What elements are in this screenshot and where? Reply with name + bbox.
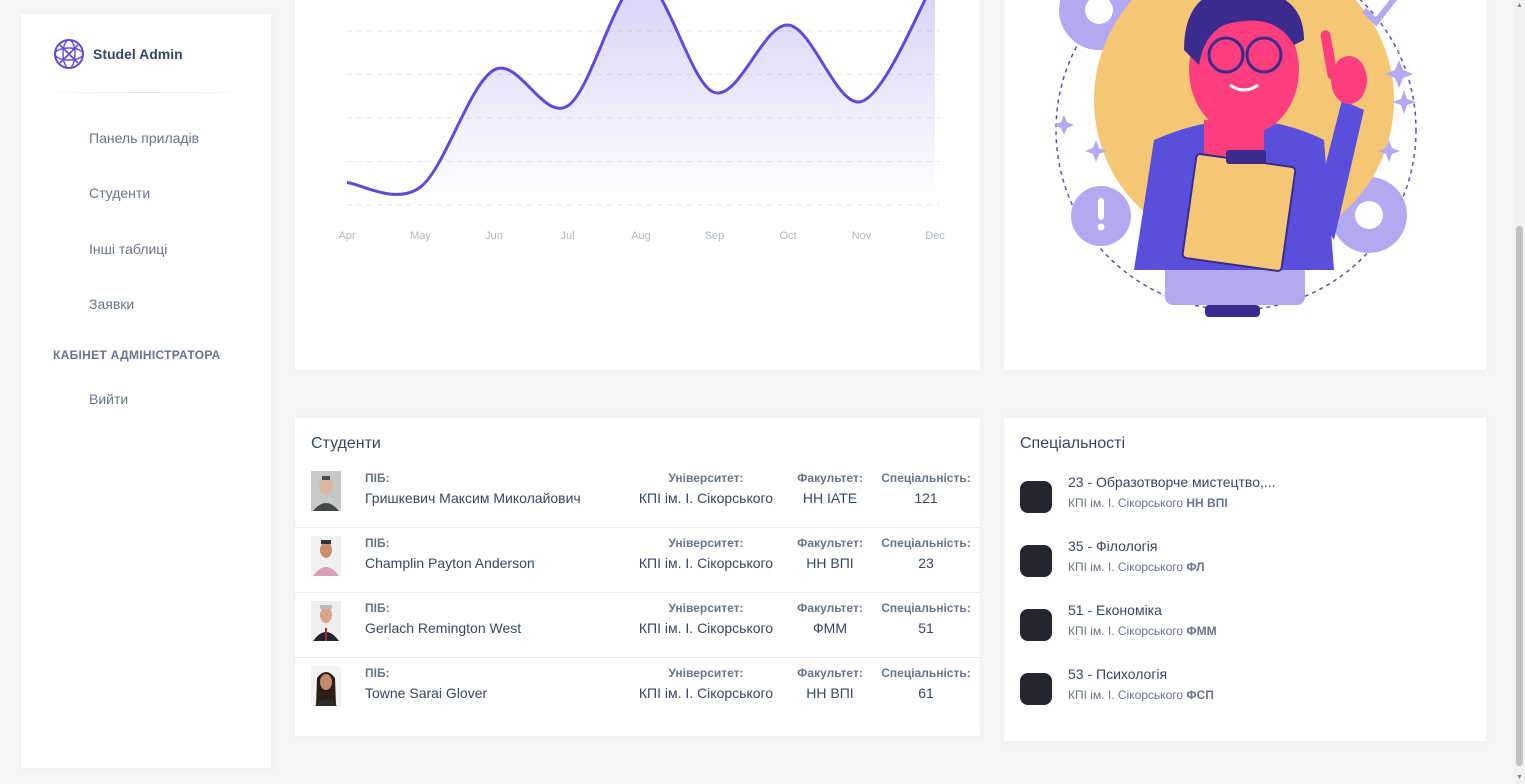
specialties-card: Спеціальності 23 - Образотворче мистецтв…	[1004, 418, 1486, 741]
specialty-title: 51 - Економіка	[1068, 602, 1162, 618]
student-name: Champlin Payton Anderson	[365, 555, 535, 571]
specialty-subtitle: КПІ ім. І. Сікорського ФММ	[1068, 624, 1217, 638]
specialty-icon	[1020, 609, 1052, 641]
student-university: КПІ ім. І. Сікорського	[638, 620, 774, 636]
x-tick-label: Dec	[925, 230, 945, 242]
specialty-icon	[1020, 673, 1052, 705]
x-tick-label: Sep	[705, 230, 725, 242]
university-label: Університет:	[668, 666, 744, 680]
scroll-up-icon[interactable]: ▲	[1516, 2, 1523, 10]
faculty-label: Факультет:	[797, 471, 863, 485]
name-label: ПІБ:	[365, 536, 390, 550]
specialty-university: КПІ ім. І. Сікорського	[1068, 688, 1184, 702]
sales-chart-card: Apr May Jun Jul Aug Sep Oct Nov Dec	[295, 0, 980, 370]
scroll-down-icon[interactable]: ▼	[1516, 774, 1523, 782]
students-title: Студенти	[311, 435, 381, 452]
chart-area	[347, 0, 935, 205]
specialties-title: Спеціальності	[1020, 435, 1126, 452]
sidebar-section-admin: КАБІНЕТ АДМІНІСТРАТОРА	[53, 348, 221, 362]
list-item[interactable]: 53 - Психологія КПІ ім. І. Сікорського Ф…	[1020, 666, 1460, 713]
specialty-university: КПІ ім. І. Сікорського	[1068, 560, 1184, 574]
line-chart: Apr May Jun Jul Aug Sep Oct Nov Dec	[338, 0, 945, 242]
specialty-subtitle: КПІ ім. І. Сікорського ФЛ	[1068, 560, 1205, 574]
table-row[interactable]: ПІБ: Towne Sarai Glover Університет: КПІ…	[295, 658, 980, 723]
name-label: ПІБ:	[365, 471, 390, 485]
page-scrollbar[interactable]: ▲ ▼	[1514, 0, 1525, 784]
student-name: Gerlach Remington West	[365, 620, 522, 636]
student-faculty: ФММ	[813, 620, 847, 636]
x-tick-label: Jun	[485, 230, 503, 242]
faculty-label: Факультет:	[797, 536, 863, 550]
sidebar-divider	[41, 92, 251, 93]
student-specialty: 23	[918, 555, 934, 571]
student-specialty: 61	[918, 685, 934, 701]
specialty-icon	[1020, 481, 1052, 513]
sidebar-item-applications[interactable]: Заявки	[89, 296, 134, 312]
specialty-label: Спеціальність:	[881, 666, 971, 680]
specialty-university: КПІ ім. І. Сікорського	[1068, 624, 1184, 638]
student-university: КПІ ім. І. Сікорського	[638, 490, 774, 506]
students-card: Студенти ПІБ: Гришкевич Максим Миколайов…	[295, 418, 980, 736]
name-label: ПІБ:	[365, 601, 390, 615]
name-label: ПІБ:	[365, 666, 390, 680]
student-name: Towne Sarai Glover	[365, 685, 488, 701]
specialty-label: Спеціальність:	[881, 601, 971, 615]
clipboard-icon	[1181, 153, 1297, 272]
x-tick-label: Jul	[560, 230, 574, 242]
x-tick-label: Oct	[779, 230, 796, 242]
student-faculty: НН ВПІ	[806, 555, 854, 571]
student-faculty: НН ІАТЕ	[802, 490, 858, 506]
x-tick-label: May	[410, 230, 431, 242]
specialty-label: Спеціальність:	[881, 536, 971, 550]
faculty-label: Факультет:	[797, 666, 863, 680]
university-label: Університет:	[668, 536, 744, 550]
student-specialty: 51	[918, 620, 934, 636]
student-faculty: НН ВПІ	[806, 685, 854, 701]
specialty-title: 53 - Психологія	[1068, 666, 1168, 682]
specialty-faculty: ФСП	[1186, 688, 1214, 702]
specialty-subtitle: КПІ ім. І. Сікорського ФСП	[1068, 688, 1214, 702]
sidebar-item-dashboard[interactable]: Панель приладів	[89, 130, 199, 146]
specialty-faculty: ФЛ	[1186, 560, 1205, 574]
illustration-card	[1004, 0, 1486, 370]
specialty-icon	[1020, 545, 1052, 577]
specialty-title: 35 - Філологія	[1068, 538, 1158, 554]
table-row[interactable]: ПІБ: Gerlach Remington West Університет:…	[295, 593, 980, 658]
sidebar: Studel Admin Панель приладів Студенти Ін…	[21, 14, 271, 768]
avatar	[311, 536, 341, 576]
avatar	[311, 666, 341, 706]
brand[interactable]: Studel Admin	[53, 38, 183, 70]
table-row[interactable]: ПІБ: Champlin Payton Anderson Університе…	[295, 528, 980, 593]
list-item[interactable]: 35 - Філологія КПІ ім. І. Сікорського ФЛ	[1020, 538, 1460, 585]
specialty-label: Спеціальність:	[881, 471, 971, 485]
specialty-subtitle: КПІ ім. І. Сікорського НН ВПІ	[1068, 496, 1228, 510]
faculty-label: Факультет:	[797, 601, 863, 615]
brand-name: Studel Admin	[93, 46, 183, 62]
x-tick-label: Apr	[338, 230, 355, 242]
x-tick-label: Nov	[852, 230, 872, 242]
specialty-title: 23 - Образотворче мистецтво,...	[1068, 474, 1276, 490]
x-tick-label: Aug	[631, 230, 651, 242]
sidebar-item-students[interactable]: Студенти	[89, 185, 150, 201]
avatar	[311, 601, 341, 641]
list-item[interactable]: 23 - Образотворче мистецтво,... КПІ ім. …	[1020, 474, 1460, 521]
student-university: КПІ ім. І. Сікорського	[638, 685, 774, 701]
university-label: Університет:	[668, 601, 744, 615]
table-row[interactable]: ПІБ: Гришкевич Максим Миколайович Універ…	[295, 463, 980, 528]
specialty-university: КПІ ім. І. Сікорського	[1068, 496, 1184, 510]
scrollbar-thumb[interactable]	[1516, 226, 1523, 766]
student-specialty: 121	[914, 490, 938, 506]
avatar	[311, 471, 341, 511]
brand-logo-icon	[54, 39, 84, 69]
student-name: Гришкевич Максим Миколайович	[365, 490, 581, 506]
specialty-faculty: ФММ	[1186, 624, 1217, 638]
list-item[interactable]: 51 - Економіка КПІ ім. І. Сікорського ФМ…	[1020, 602, 1460, 649]
sidebar-item-other-tables[interactable]: Інші таблиці	[89, 241, 167, 257]
sidebar-item-logout[interactable]: Вийти	[89, 391, 128, 407]
teacher-illustration	[1054, 0, 1417, 317]
student-university: КПІ ім. І. Сікорського	[638, 555, 774, 571]
specialty-faculty: НН ВПІ	[1186, 496, 1228, 510]
university-label: Університет:	[668, 471, 744, 485]
